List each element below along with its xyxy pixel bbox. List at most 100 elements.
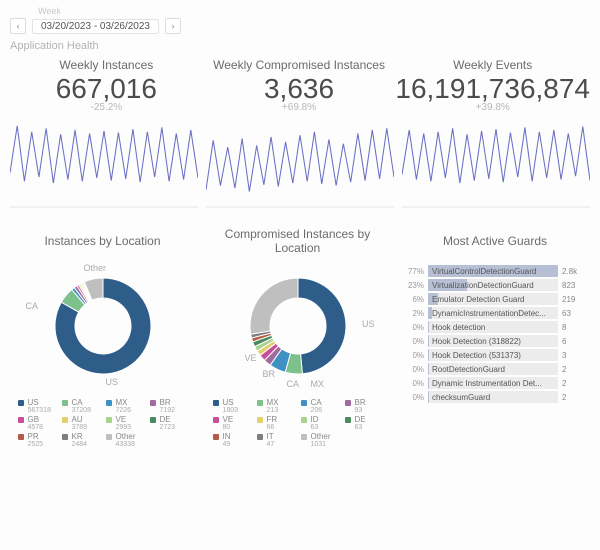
legend-item[interactable]: FR66 — [257, 416, 295, 431]
lower-panels: Instances by Location Other CA US US5673… — [10, 227, 590, 448]
legend-value: 47 — [267, 441, 275, 448]
legend-item[interactable]: MX213 — [257, 399, 295, 414]
legend-item[interactable]: IN49 — [213, 433, 251, 448]
legend-item[interactable]: CA206 — [301, 399, 339, 414]
legend-swatch-icon — [106, 417, 112, 423]
guard-count: 823 — [562, 281, 590, 290]
guard-name: Hook Detection (318822) — [432, 337, 521, 346]
legend-item[interactable]: BR7192 — [150, 399, 188, 414]
legend-label: BR — [355, 398, 366, 407]
legend-item[interactable]: DE63 — [345, 416, 383, 431]
legend-value: 2993 — [116, 424, 132, 431]
legend-item[interactable]: Other1031 — [301, 433, 339, 448]
guard-count: 63 — [562, 309, 590, 318]
chevron-right-icon: › — [171, 21, 174, 31]
donut-annotation: BR — [263, 369, 276, 379]
legend-item[interactable]: CA37208 — [62, 399, 100, 414]
legend-label: CA — [72, 398, 83, 407]
guard-count: 2 — [562, 379, 590, 388]
guard-count: 6 — [562, 337, 590, 346]
guard-row[interactable]: 2%DynamicInstrumentationDetec...63 — [400, 307, 590, 319]
kpi-title: Weekly Compromised Instances — [203, 58, 396, 72]
legend-item[interactable]: DE2723 — [150, 416, 188, 431]
legend-label: FR — [267, 415, 278, 424]
legend-label: IT — [267, 432, 274, 441]
guard-count: 2 — [562, 393, 590, 402]
legend-item[interactable]: US567318 — [18, 399, 56, 414]
date-range-display[interactable]: 03/20/2023 - 03/26/2023 — [32, 19, 159, 34]
legend: US1803MX213CA206BR93VE80FR66ID63DE63IN49… — [213, 399, 383, 448]
legend-item[interactable]: VE80 — [213, 416, 251, 431]
sparkline-instances — [10, 119, 198, 209]
next-week-button[interactable]: › — [165, 18, 181, 34]
donut-annotation: US — [106, 377, 119, 387]
guard-row[interactable]: 0%Hook Detection (318822)6 — [400, 335, 590, 347]
guard-row[interactable]: 0%checksumGuard2 — [400, 391, 590, 403]
legend-label: PR — [28, 432, 39, 441]
guard-count: 8 — [562, 323, 590, 332]
legend-swatch-icon — [62, 417, 68, 423]
guard-bar: VirtualControlDetectionGuard — [428, 265, 558, 277]
legend-item[interactable]: KR2484 — [62, 433, 100, 448]
legend-item[interactable]: ID63 — [301, 416, 339, 431]
legend-item[interactable]: GB4578 — [18, 416, 56, 431]
legend-label: US — [223, 398, 234, 407]
guard-row[interactable]: 0%Hook Detection (531373)3 — [400, 349, 590, 361]
legend-item[interactable]: BR93 — [345, 399, 383, 414]
guard-row[interactable]: 0%Dynamic Instrumentation Det...2 — [400, 377, 590, 389]
legend-swatch-icon — [213, 434, 219, 440]
kpi-title: Weekly Events — [395, 58, 590, 72]
guard-name: checksumGuard — [432, 393, 490, 402]
panel-compromised-by-location: Compromised Instances by Location US MX … — [205, 227, 390, 448]
guard-row[interactable]: 0%Hook detection8 — [400, 321, 590, 333]
legend-value: 4578 — [28, 424, 44, 431]
legend-label: Other — [311, 432, 331, 441]
legend-value: 213 — [267, 407, 279, 414]
guard-percent: 0% — [400, 365, 424, 374]
guard-bar: VirtualizationDetectionGuard — [428, 279, 558, 291]
dashboard-root: Week ‹ 03/20/2023 - 03/26/2023 › Applica… — [0, 0, 600, 462]
legend-swatch-icon — [345, 400, 351, 406]
legend-value: 567318 — [28, 407, 51, 414]
guard-row[interactable]: 23%VirtualizationDetectionGuard823 — [400, 279, 590, 291]
sparkline-compromised — [206, 119, 394, 209]
guard-name: Dynamic Instrumentation Det... — [432, 379, 542, 388]
legend-item[interactable]: Other43338 — [106, 433, 144, 448]
donut-chart: US MX CA BR VE — [223, 261, 373, 391]
legend-value: 1031 — [311, 441, 331, 448]
guards-list: 77%VirtualControlDetectionGuard2.8k23%Vi… — [400, 265, 590, 403]
guard-count: 3 — [562, 351, 590, 360]
legend-swatch-icon — [301, 417, 307, 423]
legend-label: CA — [311, 398, 322, 407]
panel-instances-by-location: Instances by Location Other CA US US5673… — [10, 227, 195, 448]
guard-name: VirtualControlDetectionGuard — [432, 267, 536, 276]
guard-row[interactable]: 6%Emulator Detection Guard219 — [400, 293, 590, 305]
guard-name: DynamicInstrumentationDetec... — [432, 309, 546, 318]
guard-percent: 6% — [400, 295, 424, 304]
kpi-value: 16,191,736,874 — [395, 74, 590, 103]
legend-label: GB — [28, 415, 40, 424]
section-title: Application Health — [10, 40, 590, 52]
legend-swatch-icon — [257, 434, 263, 440]
legend-label: ID — [311, 415, 319, 424]
legend-item[interactable]: PR2525 — [18, 433, 56, 448]
prev-week-button[interactable]: ‹ — [10, 18, 26, 34]
legend-value: 63 — [311, 424, 319, 431]
legend-item[interactable]: AU3789 — [62, 416, 100, 431]
chevron-left-icon: ‹ — [17, 21, 20, 31]
legend-item[interactable]: MX7226 — [106, 399, 144, 414]
legend-value: 2525 — [28, 441, 44, 448]
period-label: Week — [38, 6, 590, 16]
legend-item[interactable]: IT47 — [257, 433, 295, 448]
legend-swatch-icon — [62, 400, 68, 406]
legend-label: DE — [355, 415, 366, 424]
guard-name: Hook Detection (531373) — [432, 351, 521, 360]
panel-title: Compromised Instances by Location — [205, 227, 390, 255]
guard-row[interactable]: 0%RootDetectionGuard2 — [400, 363, 590, 375]
guard-row[interactable]: 77%VirtualControlDetectionGuard2.8k — [400, 265, 590, 277]
guard-bar: Hook detection — [428, 321, 558, 333]
guard-bar: Emulator Detection Guard — [428, 293, 558, 305]
kpi-delta: +69.8% — [203, 102, 396, 113]
legend-item[interactable]: US1803 — [213, 399, 251, 414]
legend-item[interactable]: VE2993 — [106, 416, 144, 431]
